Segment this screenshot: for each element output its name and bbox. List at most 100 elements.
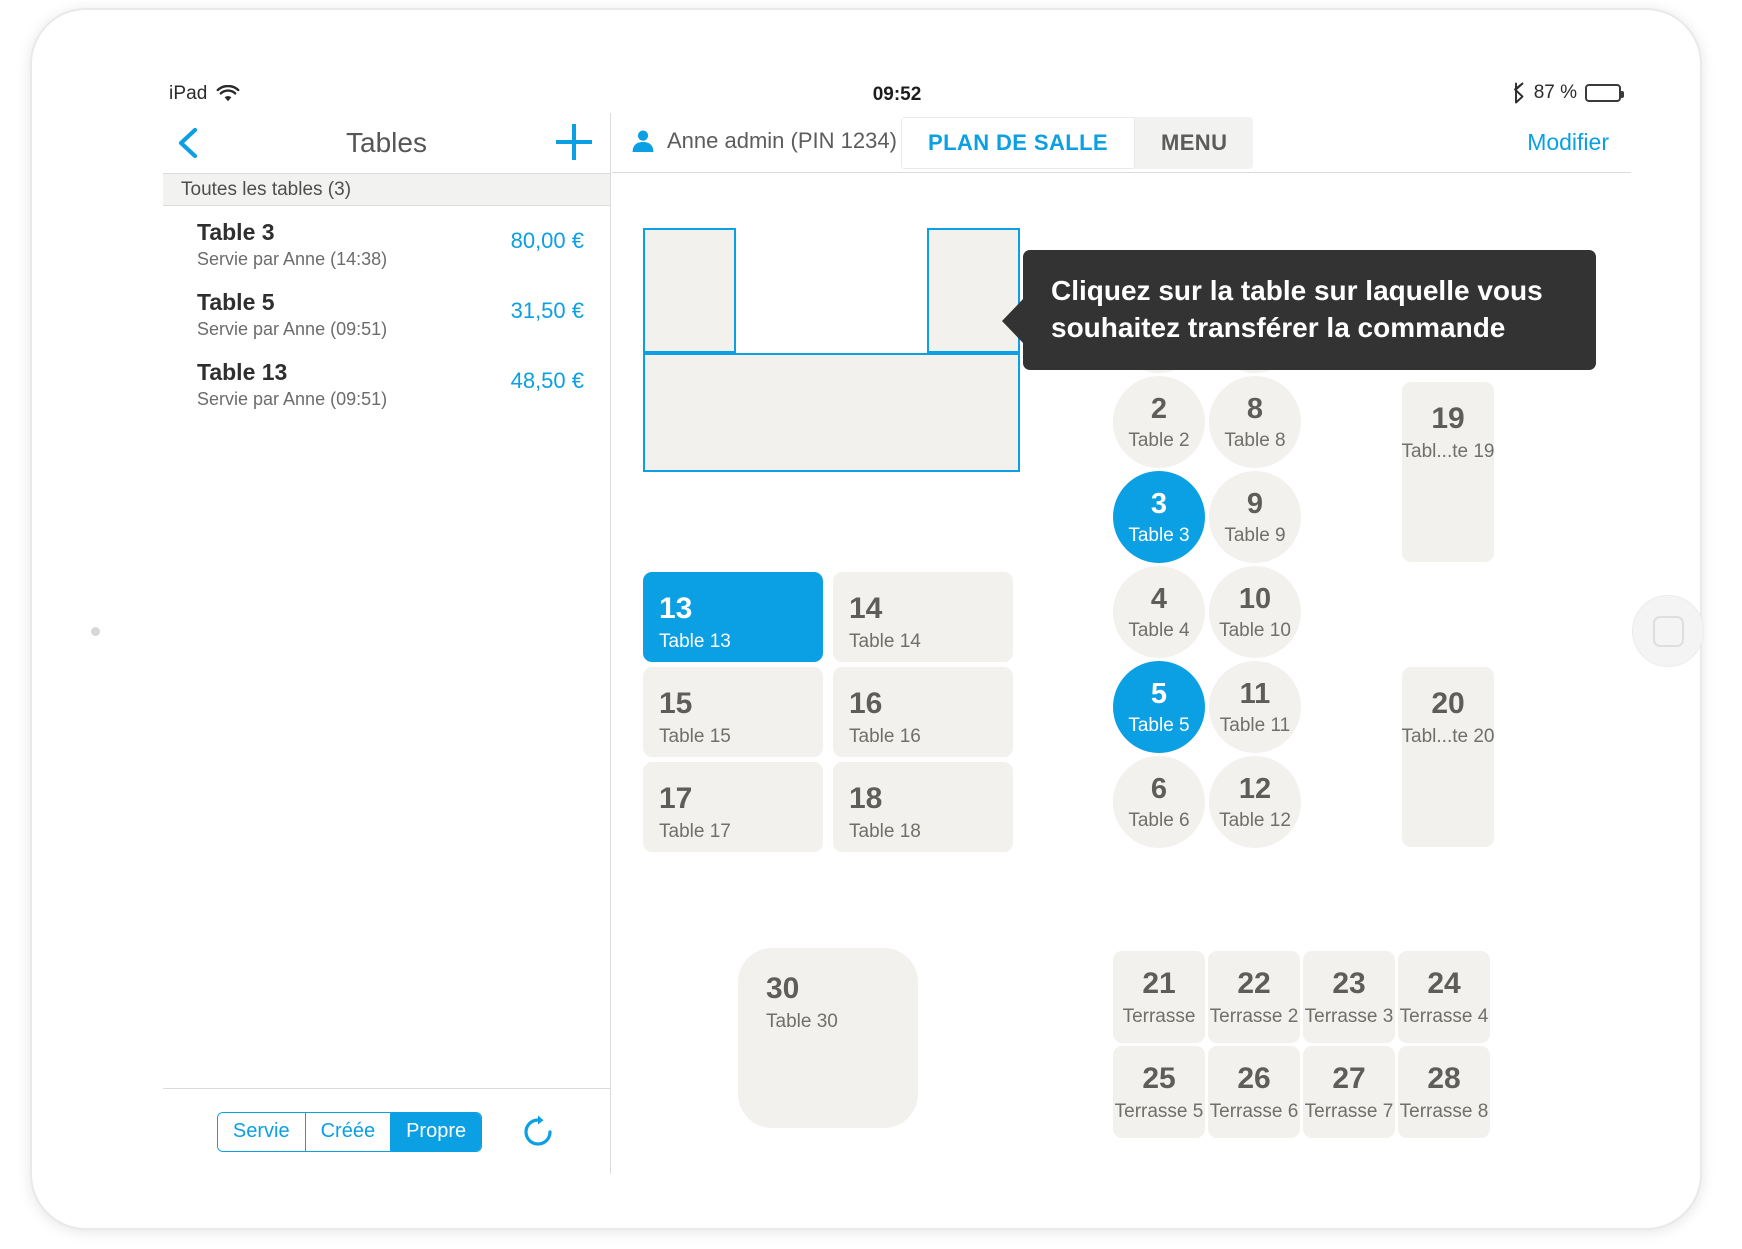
battery-percent-label: 87 %: [1533, 82, 1577, 103]
instruction-tooltip: Cliquez sur la table sur laquelle vous s…: [1002, 250, 1596, 370]
sidebar-footer: Servie Créée Propre: [163, 1088, 610, 1174]
floorplan-topbar: Anne admin (PIN 1234) PLAN DE SALLE MENU…: [612, 113, 1631, 173]
table-name: Table 15: [659, 726, 731, 747]
floorplan-table-empty[interactable]: [643, 353, 1020, 472]
list-item[interactable]: Table 5 Servie par Anne (09:51) 31,50 €: [163, 276, 610, 346]
table-number: 10: [1238, 582, 1272, 615]
floorplan-table-21[interactable]: 21 Terrasse: [1113, 951, 1205, 1043]
floorplan-table-15[interactable]: 15 Table 15: [643, 667, 823, 757]
home-square-icon: [1653, 616, 1684, 647]
table-number: 14: [849, 592, 883, 625]
floorplan-panel: Anne admin (PIN 1234) PLAN DE SALLE MENU…: [612, 113, 1631, 1174]
table-name: Table 10: [1219, 619, 1291, 641]
table-number: 30: [766, 972, 800, 1005]
table-number: 25: [1142, 1061, 1176, 1095]
floorplan-table-27[interactable]: 27 Terrasse 7: [1303, 1046, 1395, 1138]
status-filter-segmented-control: Servie Créée Propre: [216, 1111, 483, 1152]
table-name: Terrasse 7: [1304, 1100, 1394, 1122]
table-number: 15: [659, 687, 693, 720]
table-number: 5: [1150, 677, 1168, 710]
floorplan-table-23[interactable]: 23 Terrasse 3: [1303, 951, 1395, 1043]
table-name: Terrasse 2: [1209, 1005, 1299, 1027]
tooltip-line-2: souhaitez transférer la commande: [1051, 312, 1506, 343]
table-number: 3: [1150, 487, 1168, 520]
floorplan-table-25[interactable]: 25 Terrasse 5: [1113, 1046, 1205, 1138]
floorplan-table-6[interactable]: 6 Table 6: [1113, 756, 1205, 848]
table-name: Table 5: [1128, 714, 1190, 736]
floorplan-table-30[interactable]: 30 Table 30: [738, 948, 918, 1128]
tables-list: Table 3 Servie par Anne (14:38) 80,00 € …: [163, 206, 610, 1088]
table-name: Table 16: [849, 726, 921, 747]
home-button[interactable]: [1632, 595, 1704, 667]
refresh-icon[interactable]: [520, 1114, 556, 1150]
table-number: 6: [1150, 772, 1168, 805]
sidebar-navbar: Tables: [163, 113, 610, 173]
list-item-amount: 48,50 €: [510, 368, 584, 393]
table-name: Terrasse: [1122, 1005, 1196, 1027]
floorplan-table-13[interactable]: 13 Table 13: [643, 572, 823, 662]
table-number: 22: [1237, 966, 1271, 1000]
page-title: Tables: [346, 127, 427, 158]
current-user-label: Anne admin (PIN 1234): [667, 128, 897, 153]
floorplan-table-10[interactable]: 10 Table 10: [1209, 566, 1301, 658]
list-item-amount: 80,00 €: [510, 228, 584, 253]
table-name: Table 3: [1128, 524, 1190, 546]
filter-propre-button[interactable]: Propre: [391, 1112, 482, 1151]
floorplan-table-11[interactable]: 11 Table 11: [1209, 661, 1301, 753]
floorplan-table-19[interactable]: 19 Tabl...te 19: [1402, 382, 1494, 562]
app-screen: iPad 09:52 87 % Tables Toutes les tables…: [163, 78, 1631, 1174]
table-number: 28: [1427, 1061, 1461, 1095]
floorplan-table-18[interactable]: 18 Table 18: [833, 762, 1013, 852]
floorplan-table-22[interactable]: 22 Terrasse 2: [1208, 951, 1300, 1043]
floorplan-table-28[interactable]: 28 Terrasse 8: [1398, 1046, 1490, 1138]
bluetooth-icon: [1512, 82, 1526, 104]
table-number: 12: [1238, 772, 1272, 805]
floorplan-table-16[interactable]: 16 Table 16: [833, 667, 1013, 757]
floorplan-table-4[interactable]: 4 Table 4: [1113, 566, 1205, 658]
filter-servie-button[interactable]: Servie: [217, 1112, 306, 1151]
table-name: Table 6: [1128, 809, 1190, 831]
table-name: Terrasse 8: [1399, 1100, 1489, 1122]
tables-sidebar: Tables Toutes les tables (3) Table 3 Ser…: [163, 113, 611, 1174]
table-number: 9: [1246, 487, 1264, 520]
plus-icon[interactable]: [556, 124, 592, 160]
floorplan-table-17[interactable]: 17 Table 17: [643, 762, 823, 852]
list-item[interactable]: Table 3 Servie par Anne (14:38) 80,00 €: [163, 206, 610, 276]
status-bar: iPad 09:52 87 %: [163, 78, 1631, 113]
table-name: Table 4: [1128, 619, 1190, 641]
list-item-amount: 31,50 €: [510, 298, 584, 323]
person-icon: [630, 128, 656, 154]
floorplan-table-8[interactable]: 8 Table 8: [1209, 376, 1301, 468]
table-number: 26: [1237, 1061, 1271, 1095]
tab-plan-de-salle[interactable]: PLAN DE SALLE: [901, 117, 1135, 169]
edit-button[interactable]: Modifier: [1527, 129, 1609, 156]
list-item[interactable]: Table 13 Servie par Anne (09:51) 48,50 €: [163, 346, 610, 416]
table-name: Table 2: [1128, 429, 1190, 451]
tab-menu[interactable]: MENU: [1135, 117, 1253, 169]
section-header: Toutes les tables (3): [163, 173, 610, 206]
floorplan-table-empty[interactable]: [643, 228, 736, 353]
table-name: Table 9: [1224, 524, 1286, 546]
table-number: 16: [849, 687, 883, 720]
table-name: Terrasse 3: [1304, 1005, 1394, 1027]
table-number: 27: [1332, 1061, 1366, 1095]
floorplan-table-3[interactable]: 3 Table 3: [1113, 471, 1205, 563]
table-number: 23: [1332, 966, 1366, 1000]
table-number: 20: [1431, 687, 1465, 720]
battery-nub: [1621, 91, 1624, 98]
current-user[interactable]: Anne admin (PIN 1234): [630, 128, 897, 154]
floorplan-table-26[interactable]: 26 Terrasse 6: [1208, 1046, 1300, 1138]
tooltip-arrow: [1002, 298, 1024, 344]
floorplan-table-2[interactable]: 2 Table 2: [1113, 376, 1205, 468]
floorplan-table-14[interactable]: 14 Table 14: [833, 572, 1013, 662]
floorplan-table-9[interactable]: 9 Table 9: [1209, 471, 1301, 563]
floorplan-table-12[interactable]: 12 Table 12: [1209, 756, 1301, 848]
table-name: Table 17: [659, 821, 731, 842]
floorplan-table-20[interactable]: 20 Tabl...te 20: [1402, 667, 1494, 847]
table-name: Table 12: [1219, 809, 1291, 831]
floorplan-table-24[interactable]: 24 Terrasse 4: [1398, 951, 1490, 1043]
table-name: Tabl...te 19: [1402, 441, 1494, 462]
filter-creee-button[interactable]: Créée: [305, 1112, 392, 1151]
table-number: 19: [1431, 402, 1465, 435]
floorplan-table-5[interactable]: 5 Table 5: [1113, 661, 1205, 753]
